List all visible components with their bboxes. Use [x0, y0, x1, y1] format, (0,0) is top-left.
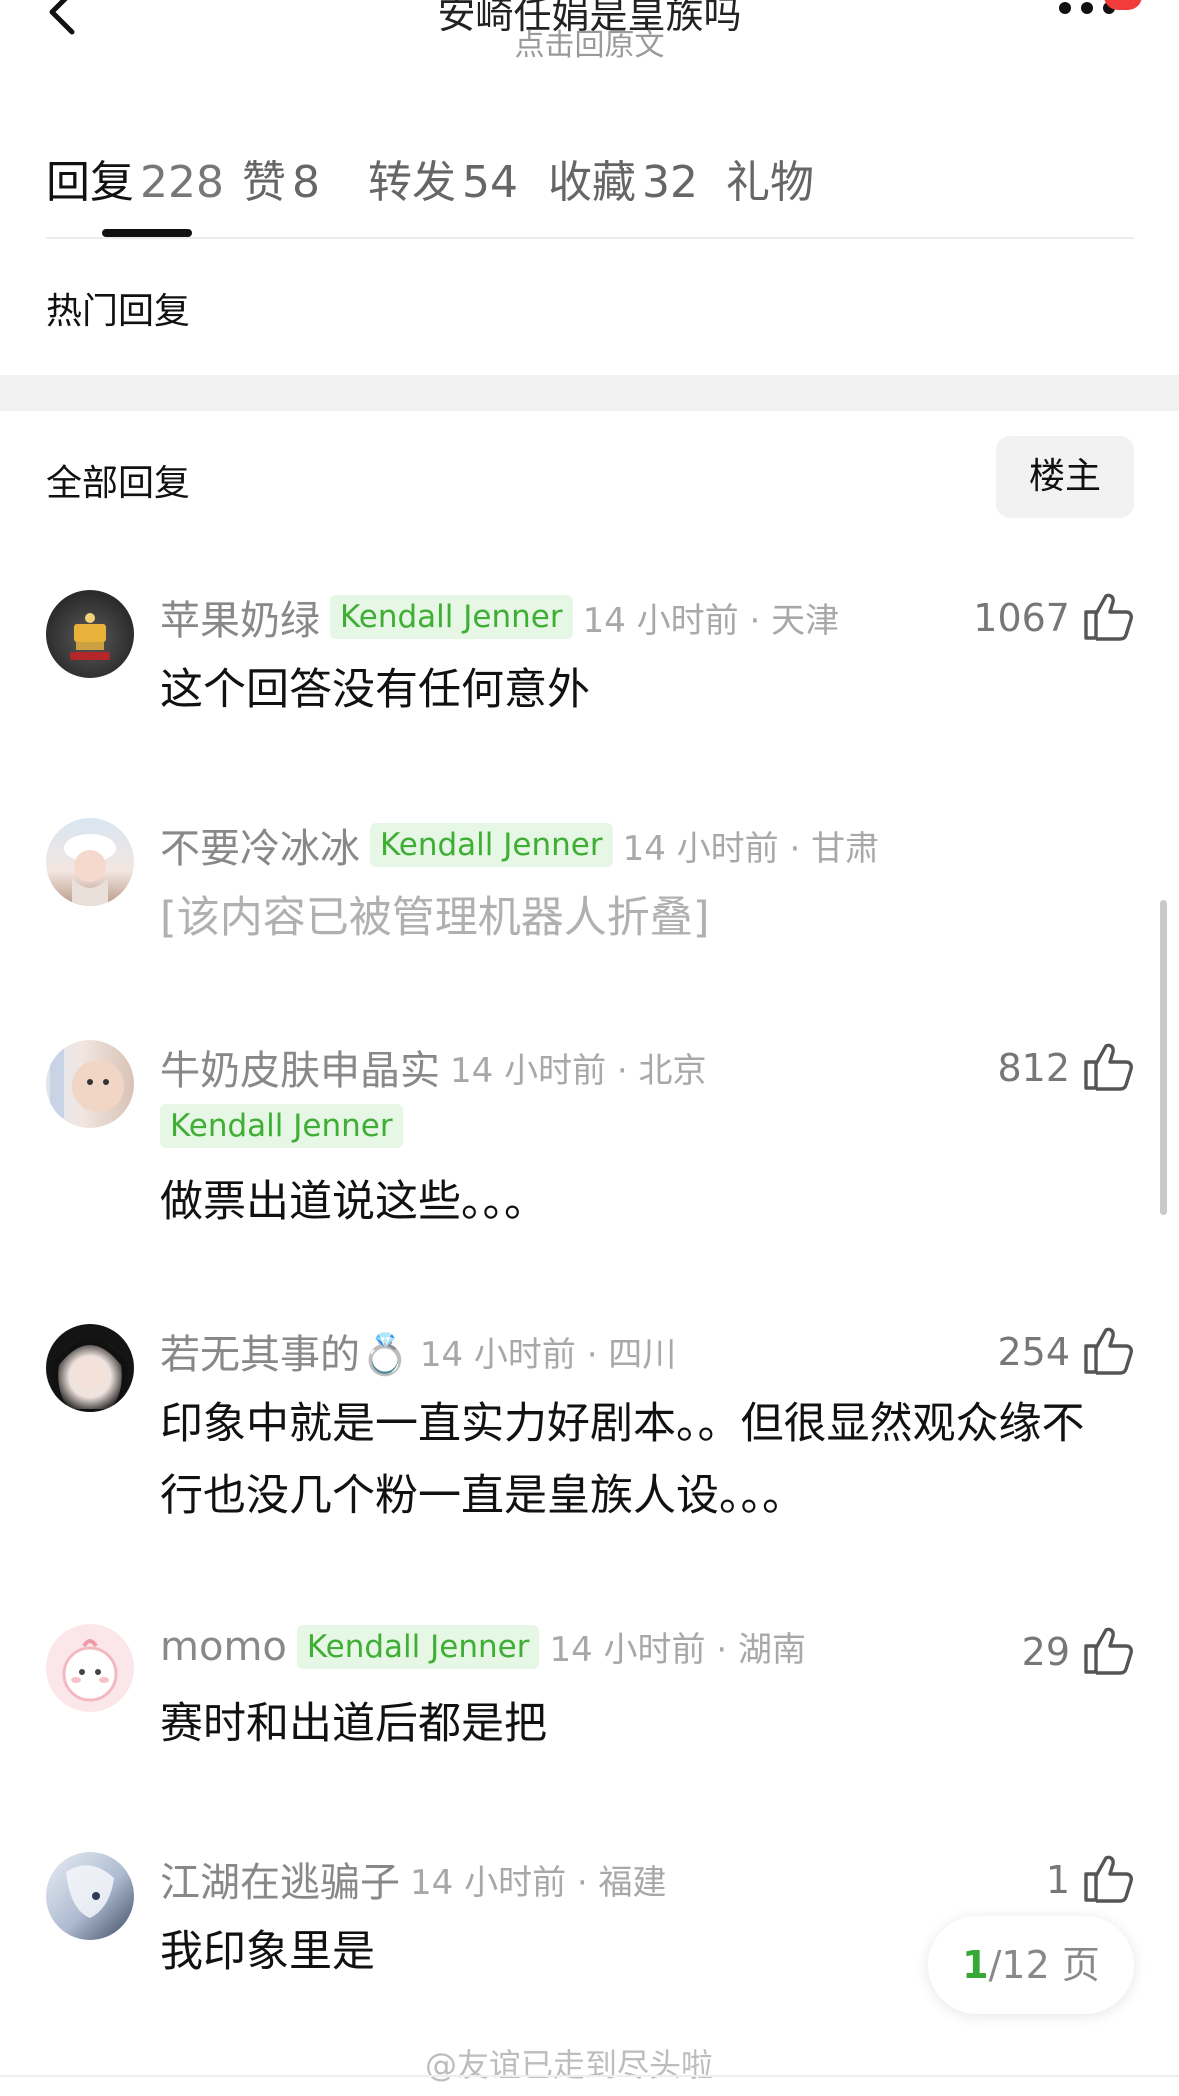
- tab-favorites[interactable]: 收藏 32: [548, 146, 698, 210]
- divider: [46, 237, 1134, 239]
- avatar[interactable]: [46, 590, 134, 678]
- divider: [0, 2075, 1179, 2077]
- avatar[interactable]: [46, 1852, 134, 1940]
- tab-label: 回复: [46, 157, 134, 208]
- comment-text[interactable]: 做票出道说这些。。。: [160, 1166, 1120, 1238]
- comment-text[interactable]: 这个回答没有任何意外: [160, 654, 1120, 726]
- section-separator: [0, 375, 1179, 411]
- tab-label: 赞: [242, 157, 286, 208]
- username[interactable]: 若无其事的💍: [160, 1322, 410, 1380]
- hot-replies-heading[interactable]: 热门回复: [46, 282, 190, 334]
- comment-text[interactable]: 印象中就是一直实力好剧本。。但很显然观众缘不行也没几个粉一直是皇族人设。。。: [160, 1388, 1120, 1532]
- back-to-original-link[interactable]: 点击回原文: [0, 20, 1179, 64]
- avatar[interactable]: [46, 1324, 134, 1412]
- avatar[interactable]: [46, 1624, 134, 1712]
- timestamp-location: 14 小时前 · 天津: [582, 600, 840, 641]
- fan-badge[interactable]: Kendall Jenner: [330, 595, 573, 639]
- fan-badge[interactable]: Kendall Jenner: [160, 1104, 403, 1148]
- avatar[interactable]: [46, 1040, 134, 1128]
- fan-badge[interactable]: Kendall Jenner: [296, 1624, 540, 1669]
- tab-reposts[interactable]: 转发 54: [368, 146, 518, 210]
- active-tab-indicator: [102, 229, 192, 237]
- current-page: 1: [962, 1943, 989, 1987]
- tab-count: 228: [140, 157, 224, 208]
- like-count: 29: [1021, 1630, 1070, 1674]
- tab-count: 54: [462, 157, 518, 208]
- watermark: @友谊已走到尽头啦: [425, 2046, 714, 2084]
- like-count: 1067: [973, 596, 1070, 640]
- comment-text[interactable]: 赛时和出道后都是把: [160, 1688, 1120, 1760]
- tab-likes[interactable]: 赞8: [242, 146, 320, 210]
- avatar[interactable]: [46, 818, 134, 906]
- username[interactable]: 江湖在逃骗子: [160, 1850, 400, 1908]
- folded-comment-text[interactable]: [该内容已被管理机器人折叠]: [160, 882, 1120, 954]
- tab-label: 收藏: [548, 157, 636, 208]
- fan-badge[interactable]: Kendall Jenner: [370, 823, 613, 867]
- timestamp-location: 14 小时前 · 福建: [410, 1862, 667, 1903]
- all-replies-heading: 全部回复: [46, 463, 191, 504]
- username[interactable]: 苹果奶绿: [160, 588, 320, 646]
- tab-label: 转发: [368, 157, 456, 208]
- thumbs-up-icon[interactable]: [1082, 1624, 1134, 1676]
- like-count: 1: [1045, 1858, 1070, 1902]
- tab-count: 8: [292, 157, 320, 208]
- timestamp-location: 14 小时前 · 甘肃: [622, 828, 880, 869]
- tab-label: 礼物: [726, 157, 814, 208]
- username[interactable]: 牛奶皮肤申晶实: [160, 1038, 440, 1096]
- like-count: 812: [997, 1046, 1070, 1090]
- thumbs-up-icon[interactable]: [1082, 1040, 1134, 1092]
- timestamp-location: 14 小时前 · 湖南: [549, 1630, 806, 1670]
- owner-only-filter-button[interactable]: 楼主: [996, 436, 1134, 518]
- tab-count: 32: [642, 157, 698, 208]
- page-indicator[interactable]: 1/12 页: [928, 1916, 1134, 2014]
- thumbs-up-icon[interactable]: [1082, 1324, 1134, 1376]
- like-count: 254: [997, 1330, 1070, 1374]
- timestamp-location: 14 小时前 · 北京: [450, 1050, 707, 1091]
- timestamp-location: 14 小时前 · 四川: [419, 1334, 677, 1375]
- tab-gifts[interactable]: 礼物: [726, 146, 814, 210]
- tab-bar: 回复 228 赞8 转发 54 收藏 32 礼物: [46, 146, 1136, 208]
- username[interactable]: 不要冷冰冰: [160, 816, 360, 874]
- username[interactable]: momo: [160, 1624, 287, 1670]
- total-pages: /12 页: [988, 1943, 1100, 1987]
- scrollbar[interactable]: [1160, 900, 1167, 1215]
- thumbs-up-icon[interactable]: [1082, 1852, 1134, 1904]
- tab-replies[interactable]: 回复 228: [46, 146, 224, 210]
- thumbs-up-icon[interactable]: [1082, 590, 1134, 642]
